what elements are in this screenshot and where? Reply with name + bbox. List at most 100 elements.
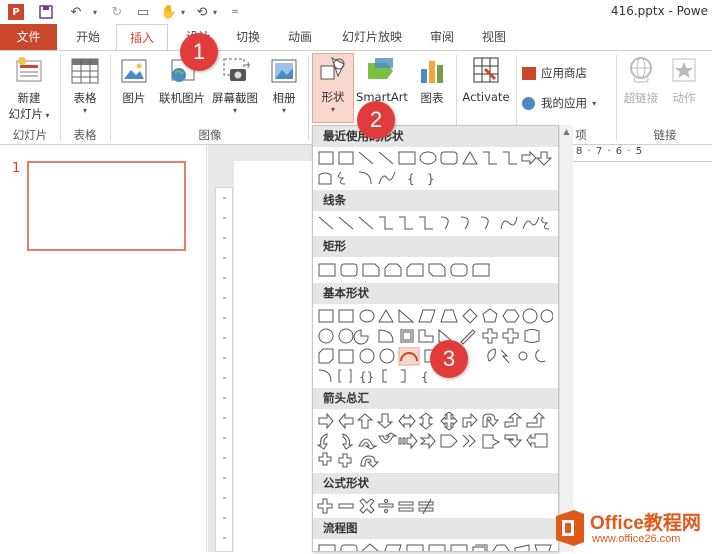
shapes-icon xyxy=(320,57,345,80)
tab-view[interactable]: 视图 xyxy=(472,24,516,50)
basic-shapes-row-1[interactable] xyxy=(317,307,553,327)
chart-icon xyxy=(421,61,443,83)
flowchart-icons xyxy=(318,543,552,551)
action-star-icon xyxy=(672,58,696,82)
my-apps-dropdown-icon: ▾ xyxy=(587,98,597,108)
dropdown-scrollbar[interactable]: ▲ xyxy=(559,125,573,552)
more-commands-icon[interactable]: = xyxy=(230,4,240,20)
table-icon xyxy=(71,58,99,84)
tab-review[interactable]: 审阅 xyxy=(420,24,464,50)
shapes-label: 形状 xyxy=(321,90,345,104)
scroll-up-icon[interactable]: ▲ xyxy=(560,127,573,136)
slide-thumbnail[interactable] xyxy=(27,161,186,251)
new-slide-dropdown-icon: ▾ xyxy=(42,111,50,120)
shapes-dropdown-icon: ▾ xyxy=(330,105,335,114)
chart-button[interactable]: 图表 xyxy=(412,55,452,106)
watermark-url: www.office26.com xyxy=(592,533,681,545)
arrows-row-3[interactable] xyxy=(317,452,397,472)
touch-mode-icon[interactable]: ✋ xyxy=(160,4,178,20)
watermark: Office教程网 www.office26.com xyxy=(548,505,712,552)
tab-file[interactable]: 文件 xyxy=(0,24,57,50)
action-button[interactable]: 动作 xyxy=(664,55,704,106)
watermark-brand: Office教程网 xyxy=(590,513,701,534)
picture-button[interactable]: 图片 xyxy=(114,55,154,106)
save-icon[interactable] xyxy=(38,4,54,20)
smartart-icon xyxy=(368,58,393,79)
basic-shapes-row-4[interactable]: {} { xyxy=(317,367,437,387)
my-apps-button[interactable]: 我的应用 ▾ xyxy=(522,95,614,111)
powerpoint-logo-icon: P xyxy=(8,4,24,20)
recent-shapes-icons-2: { } xyxy=(318,171,435,186)
step-badge-2: 2 xyxy=(357,101,395,139)
screenshot-label: 屏幕截图 xyxy=(212,91,258,105)
svg-text:}: } xyxy=(427,172,435,186)
vertical-ruler xyxy=(215,187,233,552)
new-slide-label-2-text: 幻灯片 xyxy=(8,107,43,121)
activate-button[interactable]: Activate xyxy=(460,55,512,104)
equation-shapes-row[interactable] xyxy=(317,497,447,517)
hyperlink-button[interactable]: 超链接 xyxy=(620,55,662,106)
window-title: 416.pptx - Powe xyxy=(610,4,708,18)
group-label-images: 图像 xyxy=(198,128,222,142)
new-slide-label: 新建 xyxy=(17,91,41,105)
shapes-dropdown-panel: 最近使用的形状 { } 线条 矩形 基本形状 {} {箭头总汇 公式形状 流程… xyxy=(312,125,559,552)
arrows-row-1[interactable] xyxy=(317,412,553,432)
screenshot-icon: + xyxy=(223,58,252,81)
screenshot-button[interactable]: + 屏幕截图 ▾ xyxy=(208,55,262,115)
undo-icon[interactable]: ↶ xyxy=(66,4,86,20)
screenshot-dropdown-icon: ▾ xyxy=(232,106,237,115)
album-label: 相册 xyxy=(272,91,296,105)
section-flowchart: 流程图 xyxy=(313,518,558,539)
table-button[interactable]: 表格 ▾ xyxy=(64,55,106,115)
undo-dropdown-icon[interactable]: ▾ xyxy=(90,4,100,20)
tab-slideshow[interactable]: 幻灯片放映 xyxy=(334,24,410,50)
step-badge-3: 3 xyxy=(430,340,468,378)
flowchart-row[interactable] xyxy=(317,542,553,551)
slide-thumbnail-pane: 1 xyxy=(0,145,207,552)
activate-label: Activate xyxy=(462,90,510,104)
step-badge-1: 1 xyxy=(180,33,218,71)
album-button[interactable]: 相册 ▾ xyxy=(264,55,304,115)
arrows-icons-3 xyxy=(318,452,380,468)
lines-icons xyxy=(318,216,550,230)
customize-dropdown-icon[interactable]: ▾ xyxy=(210,4,220,20)
redo-icon[interactable]: ↻ xyxy=(108,4,126,20)
touch-dropdown-icon[interactable]: ▾ xyxy=(178,4,188,20)
svg-text:{: { xyxy=(421,370,429,384)
presenter-icon[interactable]: ▭ xyxy=(134,4,152,20)
section-lines: 线条 xyxy=(313,190,558,211)
section-rectangles: 矩形 xyxy=(313,236,558,257)
equation-shapes-icons xyxy=(317,498,434,515)
rectangles-row[interactable] xyxy=(317,261,553,281)
group-separator xyxy=(308,55,309,141)
office-logo-icon xyxy=(556,510,584,546)
picture-label: 图片 xyxy=(122,91,146,105)
basic-shapes-icons-4: {} { xyxy=(318,369,429,384)
tab-animations[interactable]: 动画 xyxy=(278,24,322,50)
group-separator xyxy=(60,55,61,141)
title-bar: P ↶ ▾ ↻ ▭ ✋ ▾ ⟲ ▾ = 416.pptx - Powe xyxy=(0,0,712,24)
lines-row[interactable] xyxy=(317,214,553,234)
recent-shapes-row-1[interactable] xyxy=(317,149,553,169)
svg-text:{: { xyxy=(407,172,415,186)
group-label-links: 链接 xyxy=(653,128,677,142)
app-store-button[interactable]: 应用商店 xyxy=(522,65,614,81)
shapes-button[interactable]: 形状 ▾ xyxy=(312,53,354,123)
tab-insert[interactable]: 插入 xyxy=(116,24,168,51)
basic-shapes-row-2[interactable] xyxy=(317,327,553,347)
rectangles-icons xyxy=(318,263,490,277)
arrows-row-2[interactable] xyxy=(317,432,553,452)
customize-icon[interactable]: ⟲ xyxy=(192,4,212,20)
tab-home[interactable]: 开始 xyxy=(64,24,112,50)
svg-text:{}: {} xyxy=(359,370,374,384)
group-label-slides: 幻灯片 xyxy=(12,128,48,142)
recent-shapes-row-2[interactable]: { } xyxy=(317,169,437,189)
new-slide-button[interactable]: 新建 幻灯片 ▾ xyxy=(4,55,54,122)
my-apps-icon xyxy=(522,96,535,110)
recent-shapes-icons xyxy=(318,150,553,166)
tab-transitions[interactable]: 切换 xyxy=(226,24,270,50)
section-basic-shapes: 基本形状 xyxy=(313,283,558,304)
smartart-button[interactable]: SmartArt xyxy=(356,55,408,104)
ribbon-tabs: 文件 开始 插入 设计 切换 动画 幻灯片放映 审阅 视图 xyxy=(0,24,712,51)
basic-shapes-icons-1 xyxy=(318,308,553,324)
